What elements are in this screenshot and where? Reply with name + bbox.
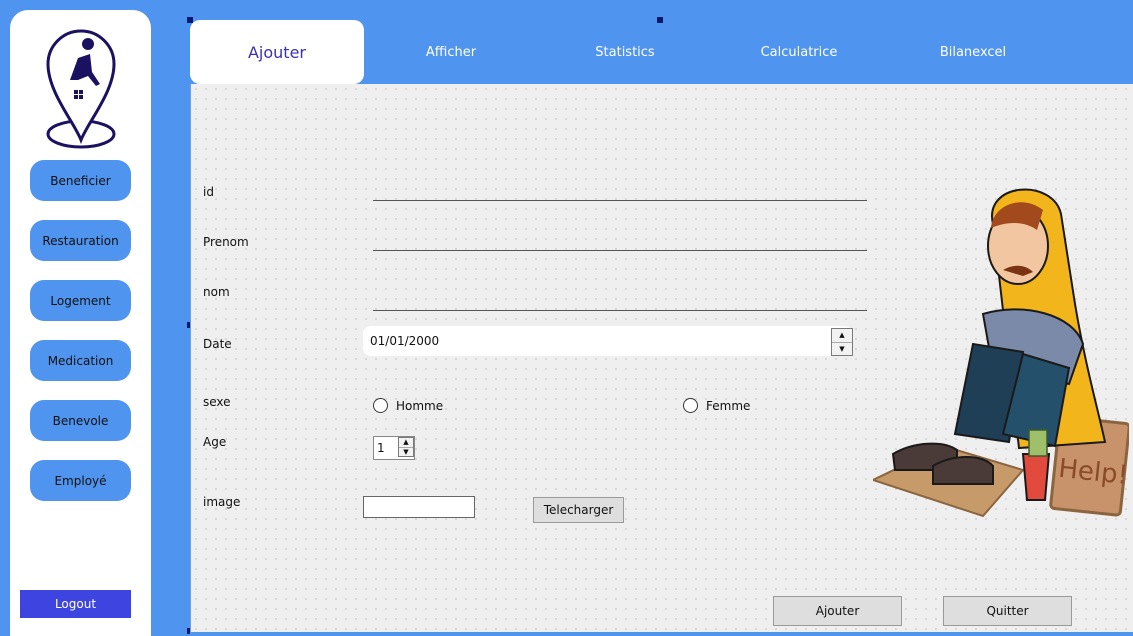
resize-handle[interactable] <box>187 17 193 23</box>
chevron-down-icon[interactable]: ▼ <box>832 341 852 356</box>
sidebar-item-medication[interactable]: Medication <box>30 340 131 381</box>
tab-bilanexcel[interactable]: Bilanexcel <box>886 20 1060 84</box>
radio-homme[interactable]: Homme <box>373 398 443 413</box>
nom-label: nom <box>203 285 230 299</box>
image-label: image <box>203 495 241 509</box>
tab-ajouter[interactable]: Ajouter <box>190 20 364 84</box>
sexe-label: sexe <box>203 395 231 409</box>
tab-afficher[interactable]: Afficher <box>364 20 538 84</box>
sidebar-item-benevole[interactable]: Benevole <box>30 400 131 441</box>
homeless-illustration-icon: Help! <box>873 188 1129 518</box>
id-label: id <box>203 185 214 199</box>
chevron-up-icon[interactable]: ▲ <box>399 438 413 447</box>
age-value: 1 <box>377 441 385 455</box>
sidebar-item-restauration[interactable]: Restauration <box>30 220 131 261</box>
nom-field[interactable] <box>373 290 867 311</box>
prenom-field[interactable] <box>373 230 867 251</box>
radio-circle-icon[interactable] <box>683 398 698 413</box>
sidebar-item-logement[interactable]: Logement <box>30 280 131 321</box>
date-stepper[interactable]: ▲ ▼ <box>831 328 853 356</box>
add-button[interactable]: Ajouter <box>773 596 902 626</box>
radio-femme-label: Femme <box>706 398 751 413</box>
date-field[interactable]: 01/01/2000 <box>363 326 852 356</box>
sidebar: Beneficier Restauration Logement Medicat… <box>10 10 151 636</box>
radio-circle-icon[interactable] <box>373 398 388 413</box>
radio-femme[interactable]: Femme <box>683 398 750 413</box>
image-path-field[interactable] <box>363 496 475 518</box>
age-label: Age <box>203 435 227 449</box>
tab-bar: Ajouter Afficher Statistics Calculatrice… <box>190 20 1133 84</box>
tab-calculatrice[interactable]: Calculatrice <box>712 20 886 84</box>
id-field[interactable] <box>373 180 867 201</box>
sidebar-item-beneficier[interactable]: Beneficier <box>30 160 131 201</box>
logout-button[interactable]: Logout <box>20 590 131 618</box>
quit-button[interactable]: Quitter <box>943 596 1072 626</box>
age-stepper[interactable]: ▲ ▼ <box>398 437 414 457</box>
resize-handle[interactable] <box>657 17 663 23</box>
prenom-label: Prenom <box>203 235 249 249</box>
form-panel: id Prenom nom Date 01/01/2000 ▲ ▼ sexe H… <box>190 84 1133 635</box>
tab-statistics[interactable]: Statistics <box>538 20 712 84</box>
date-value: 01/01/2000 <box>370 334 440 348</box>
sidebar-item-employe[interactable]: Employé <box>30 460 131 501</box>
radio-homme-label: Homme <box>396 398 444 413</box>
date-label: Date <box>203 337 232 351</box>
chevron-up-icon[interactable]: ▲ <box>832 329 852 342</box>
chevron-down-icon[interactable]: ▼ <box>399 446 413 457</box>
upload-button[interactable]: Telecharger <box>533 497 624 523</box>
app-logo-icon <box>46 29 116 149</box>
